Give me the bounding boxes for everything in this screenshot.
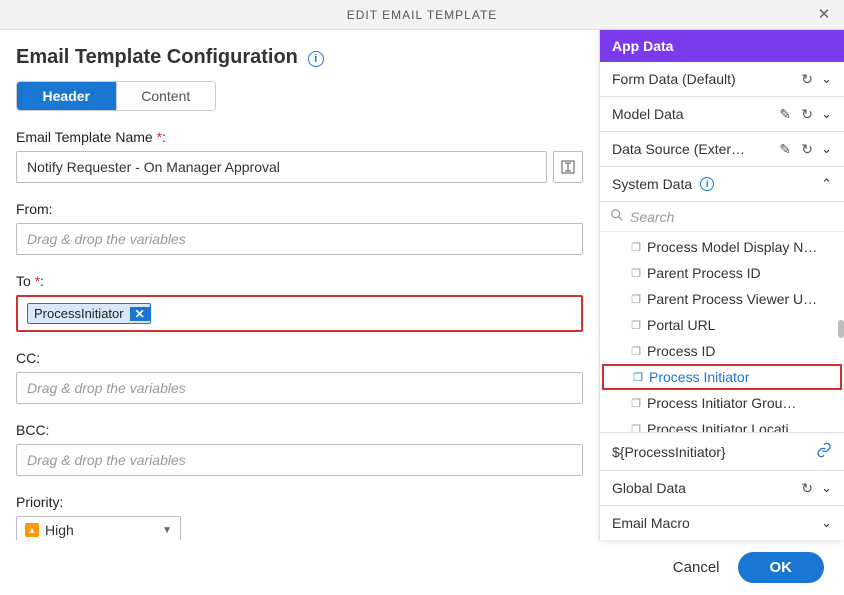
edit-icon[interactable]: ✎: [777, 141, 793, 157]
expression-text: ${ProcessInitiator}: [612, 444, 726, 460]
bcc-label: BCC:: [16, 422, 583, 438]
required-mark: *: [157, 129, 162, 145]
cc-dropzone[interactable]: Drag & drop the variables: [16, 372, 583, 404]
from-dropzone[interactable]: Drag & drop the variables: [16, 223, 583, 255]
tabs: Header Content: [16, 81, 216, 111]
chevron-up-icon: ⌃: [821, 176, 832, 192]
accordion-system-data[interactable]: System Data i ⌃: [600, 167, 844, 202]
config-header: Email Template Configuration i: [16, 46, 583, 69]
refresh-icon[interactable]: ↻: [799, 480, 815, 496]
to-chip-processinitiator: ProcessInitiator ✕: [27, 303, 151, 324]
scrollbar-thumb[interactable]: [838, 320, 844, 338]
priority-value: High: [45, 522, 74, 538]
template-name-label: Email Template Name *:: [16, 129, 583, 145]
right-panel: App Data Form Data (Default) ↻ ⌄ Model D…: [599, 30, 844, 540]
chevron-down-icon: ⌄: [821, 71, 832, 87]
tab-content[interactable]: Content: [117, 82, 216, 110]
to-dropzone[interactable]: ProcessInitiator ✕: [16, 295, 583, 332]
footer: Cancel OK: [0, 540, 844, 595]
left-pane: Email Template Configuration i Header Co…: [0, 30, 599, 540]
close-icon[interactable]: ✕: [814, 4, 834, 24]
system-data-tree: ❐Process Model Display N… ❐Parent Proces…: [600, 232, 844, 432]
info-icon[interactable]: i: [308, 51, 324, 67]
refresh-icon[interactable]: ↻: [799, 71, 815, 87]
titlebar: EDIT EMAIL TEMPLATE ✕: [0, 0, 844, 30]
dialog-title: EDIT EMAIL TEMPLATE: [347, 8, 498, 22]
search-input[interactable]: [630, 209, 834, 225]
cc-label: CC:: [16, 350, 583, 366]
tree-item[interactable]: ❐Process ID: [600, 338, 844, 364]
accordion-email-macro[interactable]: Email Macro ⌄: [600, 506, 844, 540]
template-name-input[interactable]: [16, 151, 547, 183]
edit-icon[interactable]: ✎: [777, 106, 793, 122]
chip-label: ProcessInitiator: [28, 304, 130, 323]
expression-row: ${ProcessInitiator}: [600, 432, 844, 471]
tab-header[interactable]: Header: [17, 82, 117, 110]
tree-item[interactable]: ❐Parent Process Viewer U…: [600, 286, 844, 312]
copy-icon: ❐: [630, 345, 642, 357]
refresh-icon[interactable]: ↻: [799, 106, 815, 122]
copy-icon: ❐: [630, 267, 642, 279]
accordion-data-source[interactable]: Data Source (Exter… ✎ ↻ ⌄: [600, 132, 844, 167]
tree-item[interactable]: ❐Process Initiator Locati…: [600, 416, 844, 432]
from-label: From:: [16, 201, 583, 217]
tree-item[interactable]: ❐Parent Process ID: [600, 260, 844, 286]
priority-high-icon: ▲: [25, 523, 39, 537]
variable-insert-button[interactable]: [553, 151, 583, 183]
info-icon[interactable]: i: [700, 177, 714, 191]
accordion-global-data[interactable]: Global Data ↻ ⌄: [600, 471, 844, 506]
accordion-model-data[interactable]: Model Data ✎ ↻ ⌄: [600, 97, 844, 132]
chip-remove-icon[interactable]: ✕: [130, 307, 150, 321]
accordion-form-data[interactable]: Form Data (Default) ↻ ⌄: [600, 62, 844, 97]
chevron-down-icon: ⌄: [821, 515, 832, 531]
chevron-down-icon: ⌄: [821, 480, 832, 496]
to-label: To *:: [16, 273, 583, 289]
priority-select[interactable]: ▲ High ▼: [16, 516, 181, 540]
chevron-down-icon: ▼: [162, 525, 172, 536]
ok-button[interactable]: OK: [738, 552, 825, 583]
copy-icon: ❐: [630, 423, 642, 432]
bcc-dropzone[interactable]: Drag & drop the variables: [16, 444, 583, 476]
tree-item[interactable]: ❐Process Model Display N…: [600, 234, 844, 260]
tree-item[interactable]: ❐Process Initiator Grou…: [600, 390, 844, 416]
copy-icon: ❐: [630, 293, 642, 305]
tree-item-process-initiator[interactable]: ❐Process Initiator: [602, 364, 842, 390]
main-content: Email Template Configuration i Header Co…: [0, 30, 844, 540]
link-icon[interactable]: [816, 442, 832, 461]
copy-icon: ❐: [630, 241, 642, 253]
search-icon: [610, 208, 624, 225]
cancel-button[interactable]: Cancel: [673, 559, 720, 576]
copy-icon: ❐: [630, 397, 642, 409]
template-name-row: [16, 151, 583, 183]
required-mark: *: [35, 273, 40, 289]
system-data-search: [600, 202, 844, 232]
chevron-down-icon: ⌄: [821, 141, 832, 157]
copy-icon: ❐: [632, 371, 644, 383]
panel-title: App Data: [600, 30, 844, 62]
priority-label: Priority:: [16, 494, 583, 510]
chevron-down-icon: ⌄: [821, 106, 832, 122]
tree-item[interactable]: ❐Portal URL: [600, 312, 844, 338]
copy-icon: ❐: [630, 319, 642, 331]
page-title: Email Template Configuration: [16, 46, 298, 69]
refresh-icon[interactable]: ↻: [799, 141, 815, 157]
